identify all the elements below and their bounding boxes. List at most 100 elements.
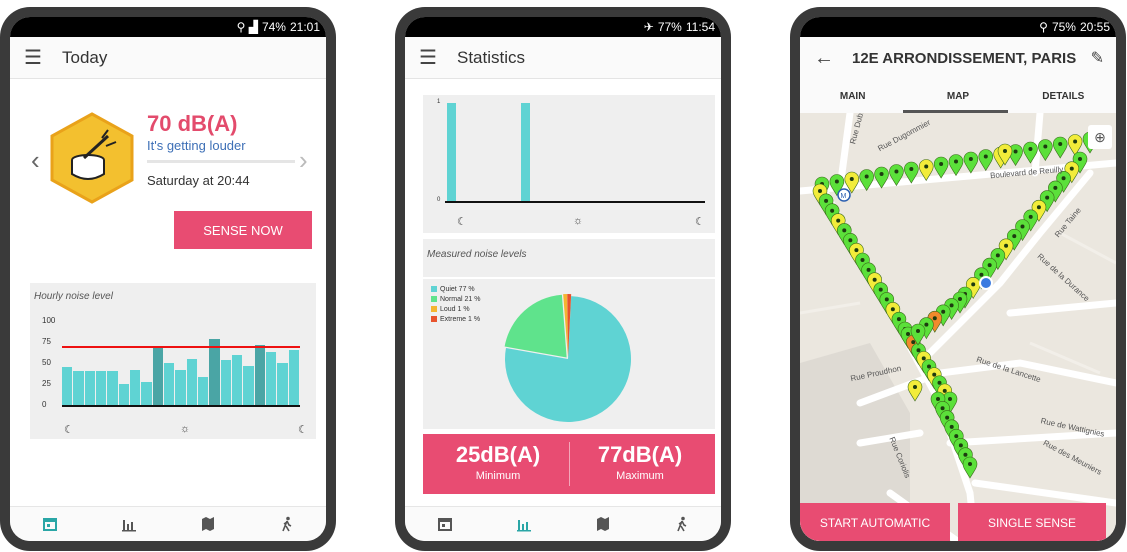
phone-today: ⚲ ▟ 74% 21:01 ☰ Today ‹ › 70 dB(A) It's … [0, 7, 336, 551]
status-bar: ⚲ ▟ 74% 21:01 [10, 17, 326, 37]
noise-trend-text: It's getting louder [147, 138, 246, 153]
hourly-bar [141, 382, 152, 405]
reading-time: Saturday at 20:44 [147, 173, 250, 188]
hourly-bar [243, 366, 254, 405]
hourly-bar [266, 352, 277, 405]
y-tick-label: 100 [42, 316, 56, 325]
status-bar: ⚲ 75% 20:55 [800, 17, 1116, 37]
y-tick-label: 25 [42, 379, 51, 388]
page-title: Statistics [457, 47, 526, 67]
card-title: Measured noise levels [427, 249, 527, 260]
moon-icon: ☾ [298, 424, 308, 436]
battery-text: 74% [261, 20, 286, 34]
moon-icon: ☾ [64, 424, 74, 436]
moon-icon: ☾ [457, 216, 467, 228]
phone-statistics: ✈ 77% 11:54 ☰ Statistics 1 0 ☾ ☼ ☾ Measur… [395, 7, 731, 551]
pie-slice [504, 294, 567, 358]
phone-map: ⚲ 75% 20:55 ← 12E ARRONDISSEMENT, PARIS … [790, 7, 1126, 551]
map-view[interactable]: M Rue Dugommier Boulevard de Reuilly Rue… [800, 113, 1116, 541]
hourly-bar [130, 369, 141, 405]
hourly-bar [84, 370, 95, 405]
bar-chart-icon[interactable] [514, 514, 534, 534]
calendar-icon[interactable] [40, 514, 60, 534]
screen-today: ⚲ ▟ 74% 21:01 ☰ Today ‹ › 70 dB(A) It's … [10, 17, 326, 541]
y-tick-label: 0 [437, 197, 441, 203]
hourly-bar [198, 377, 209, 405]
max-label: Maximum [616, 470, 664, 482]
noise-level-value: 70 dB(A) [147, 111, 238, 136]
x-axis-line [62, 405, 300, 407]
hourly-bar [73, 371, 84, 405]
pie-chart [504, 294, 631, 422]
battery-text: 75% [1051, 20, 1076, 34]
bottom-nav [405, 506, 721, 541]
sense-now-button[interactable]: SENSE NOW [174, 211, 312, 249]
divider [569, 442, 570, 486]
clock-text: 21:01 [289, 20, 320, 34]
menu-icon[interactable]: ☰ [24, 45, 52, 70]
y-tick-label: 1 [437, 99, 441, 105]
walk-icon[interactable] [277, 514, 297, 534]
sun-icon: ☼ [180, 423, 191, 435]
my-location-icon: ⊕ [1094, 128, 1106, 145]
hourly-bar [62, 367, 73, 405]
hourly-noise-chart: Hourly noise level 100 75 50 25 0 ☾ ☼ ☾ [30, 283, 316, 439]
y-tick-label: 0 [42, 400, 47, 409]
clock-text: 20:55 [1079, 20, 1110, 34]
bottom-nav [10, 506, 326, 541]
stat-bar [447, 103, 456, 201]
tab-main[interactable]: MAIN [800, 79, 905, 113]
progress-track [147, 160, 295, 163]
calendar-icon[interactable] [435, 514, 455, 534]
max-value: 77dB(A) [597, 442, 683, 467]
hourly-bar [186, 358, 197, 405]
stat-bar [521, 103, 530, 201]
edit-pencil-icon[interactable]: ✎ [1091, 48, 1104, 68]
airplane-icon: ✈ [643, 20, 654, 34]
my-location-button[interactable]: ⊕ [1088, 125, 1112, 149]
tab-map[interactable]: MAP [905, 79, 1010, 113]
map-icon[interactable] [198, 514, 218, 534]
measured-noise-card: Measured noise levels [423, 239, 715, 277]
back-arrow-icon[interactable]: ← [814, 47, 842, 70]
bar-chart-icon[interactable] [119, 514, 139, 534]
moon-icon: ☾ [695, 216, 705, 228]
tab-details[interactable]: DETAILS [1011, 79, 1116, 113]
menu-icon[interactable]: ☰ [419, 45, 447, 70]
hourly-bar [220, 360, 231, 405]
hourly-bar [277, 363, 288, 405]
battery-text: 77% [657, 20, 682, 34]
daily-bar-chart: 1 0 ☾ ☼ ☾ [423, 95, 715, 233]
status-bar: ✈ 77% 11:54 [405, 17, 721, 37]
x-axis-line [445, 201, 705, 203]
hourly-bar [152, 346, 163, 405]
walk-icon[interactable] [672, 514, 692, 534]
y-tick-label: 50 [42, 358, 51, 367]
hourly-bar [164, 363, 175, 405]
app-bar: ← 12E ARRONDISSEMENT, PARIS ✎ [800, 37, 1116, 79]
hourly-bar [96, 371, 107, 405]
hourly-bar [254, 344, 265, 405]
hourly-bar [232, 354, 243, 405]
sun-icon: ☼ [573, 215, 584, 227]
location-icon: ⚲ [1039, 20, 1048, 34]
signal-icon: ⚲ ▟ [236, 20, 258, 34]
hourly-bar [118, 384, 129, 405]
threshold-line [62, 346, 300, 349]
pie-card: Quiet 77 % Normal 21 % Loud 1 % Extreme 1 % [423, 279, 715, 429]
stats-bar: 25dB(A) Minimum 77dB(A) Maximum [423, 434, 715, 494]
min-value: 25dB(A) [455, 442, 541, 467]
page-title: 12E ARRONDISSEMENT, PARIS [852, 49, 1077, 67]
screen-statistics: ✈ 77% 11:54 ☰ Statistics 1 0 ☾ ☼ ☾ Measur… [405, 17, 721, 541]
drum-noise-icon [50, 112, 134, 204]
app-bar: ☰ Today [10, 37, 326, 79]
map-icon[interactable] [593, 514, 613, 534]
chevron-left-icon[interactable]: ‹ [31, 145, 40, 176]
hourly-bar [209, 339, 220, 405]
start-automatic-button[interactable]: START AUTOMATIC [800, 503, 950, 541]
min-label: Minimum [475, 470, 521, 482]
single-sense-button[interactable]: SINGLE SENSE [958, 503, 1106, 541]
app-bar: ☰ Statistics [405, 37, 721, 79]
chevron-right-icon[interactable]: › [299, 145, 308, 176]
hourly-bar [107, 371, 118, 405]
